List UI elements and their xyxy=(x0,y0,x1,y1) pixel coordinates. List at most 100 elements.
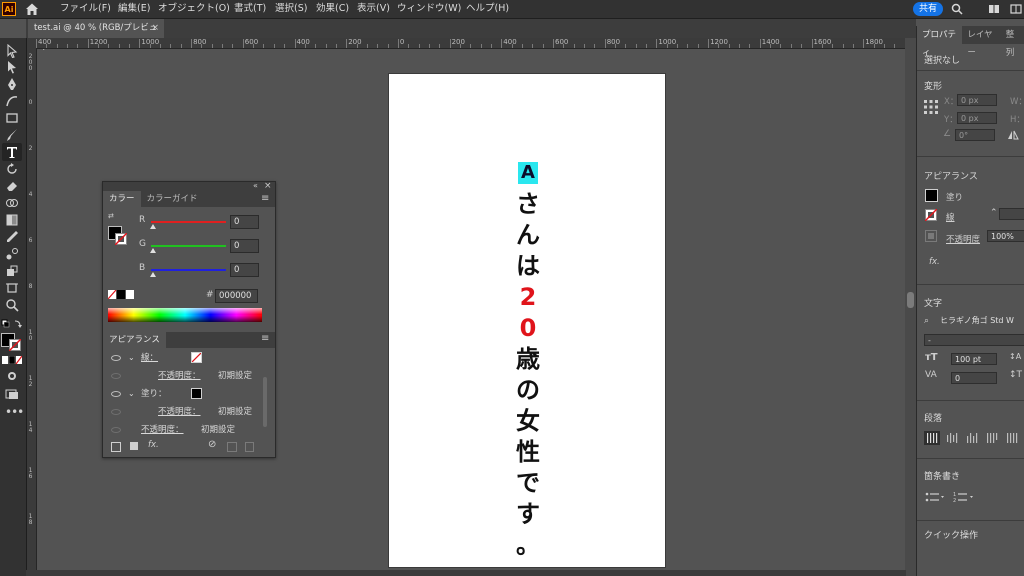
justify-all-icon[interactable] xyxy=(1006,432,1018,444)
curvature-tool-icon[interactable] xyxy=(5,94,19,108)
draw-mode-icon[interactable] xyxy=(5,369,19,383)
channel-g-field[interactable]: 0 xyxy=(230,239,259,253)
chevron-down-icon[interactable]: ⌄ xyxy=(128,385,135,403)
appearance-opacity-row[interactable]: 不透明度： 初期設定 xyxy=(103,367,268,385)
eye-icon[interactable] xyxy=(111,391,121,397)
trash-icon[interactable] xyxy=(245,442,254,452)
stroke-swatch[interactable] xyxy=(9,339,21,351)
dock-stroke-label[interactable]: 線 xyxy=(946,211,955,223)
dock-stroke-swatch[interactable] xyxy=(925,209,937,221)
eye-icon[interactable] xyxy=(111,373,121,379)
align-top-icon[interactable] xyxy=(926,432,938,444)
appearance-scrollbar[interactable] xyxy=(263,377,267,427)
text-glyph-a[interactable]: A xyxy=(518,162,538,184)
menu-type[interactable]: 書式(T) xyxy=(234,0,266,18)
channel-r-field[interactable]: 0 xyxy=(230,215,259,229)
channel-b-track[interactable] xyxy=(151,269,226,271)
chevron-down-icon[interactable]: ⌄ xyxy=(128,349,135,367)
close-panel-icon[interactable]: × xyxy=(264,181,272,191)
bullet-list-icon[interactable] xyxy=(925,491,945,503)
channel-r-track[interactable] xyxy=(151,221,226,223)
panel-menu-icon[interactable]: ≡ xyxy=(261,193,269,204)
dock-fill-swatch[interactable] xyxy=(925,189,938,202)
menu-object[interactable]: オブジェクト(O) xyxy=(158,0,230,18)
font-style-field[interactable]: - xyxy=(924,334,1024,346)
y-field[interactable]: 0 px xyxy=(957,112,997,124)
add-stroke-icon[interactable] xyxy=(111,442,121,452)
vertical-text-object[interactable]: A さんは 2 0 歳の女性です。 xyxy=(513,162,543,562)
stroke-none-swatch[interactable] xyxy=(191,352,202,363)
menu-window[interactable]: ウィンドウ(W) xyxy=(397,0,461,18)
color-mode-icon[interactable] xyxy=(2,356,22,364)
arrange-icon[interactable] xyxy=(1010,3,1022,15)
home-icon[interactable] xyxy=(24,1,40,17)
menu-edit[interactable]: 編集(E) xyxy=(118,0,150,18)
font-family-field[interactable]: ヒラギノ角ゴ Std W xyxy=(937,315,1024,327)
font-search-icon[interactable]: ⌕ xyxy=(924,316,929,326)
shape-builder-tool-icon[interactable] xyxy=(5,196,19,210)
fill-label[interactable]: 塗り： xyxy=(141,385,167,403)
tab-color[interactable]: カラー xyxy=(103,191,141,207)
color-spectrum[interactable] xyxy=(108,308,262,322)
clear-appearance-icon[interactable]: ⊘ xyxy=(208,439,216,450)
rectangle-tool-icon[interactable] xyxy=(5,111,19,125)
fill-black-swatch[interactable] xyxy=(191,388,202,399)
channel-g-handle[interactable] xyxy=(150,248,156,253)
duplicate-icon[interactable] xyxy=(227,442,237,452)
close-icon[interactable]: × xyxy=(151,19,159,38)
tab-align[interactable]: 整列 xyxy=(1001,26,1024,58)
rotate-tool-icon[interactable] xyxy=(5,162,19,176)
fx-icon[interactable]: fx. xyxy=(148,440,159,450)
opacity-label[interactable]: 不透明度： xyxy=(158,403,201,421)
appearance-menu-icon[interactable]: ≡ xyxy=(261,333,269,344)
appearance-opacity-row[interactable]: 不透明度： 初期設定 xyxy=(103,421,268,439)
appearance-opacity-row[interactable]: 不透明度： 初期設定 xyxy=(103,403,268,421)
tab-color-guide[interactable]: カラーガイド xyxy=(141,191,204,207)
opacity-label[interactable]: 不透明度： xyxy=(158,367,201,385)
dock-opacity-field[interactable]: 100% xyxy=(987,230,1024,242)
vertical-scrollbar-thumb[interactable] xyxy=(907,292,914,308)
opacity-label[interactable]: 不透明度： xyxy=(141,421,184,439)
tracking-field[interactable]: 0 xyxy=(951,372,997,384)
default-colors-icon[interactable] xyxy=(1,319,23,331)
tab-properties[interactable]: プロパティ xyxy=(917,26,963,58)
x-field[interactable]: 0 px xyxy=(957,94,997,106)
workspace-icon[interactable] xyxy=(988,3,1000,15)
channel-g-track[interactable] xyxy=(151,245,226,247)
panel-titlebar[interactable]: « × xyxy=(103,181,275,191)
angle-field[interactable]: 0° xyxy=(955,129,995,141)
eye-icon[interactable] xyxy=(111,409,121,415)
align-bottom-icon[interactable] xyxy=(966,432,978,444)
align-center-icon[interactable] xyxy=(946,432,958,444)
share-button[interactable]: 共有 xyxy=(913,2,943,16)
blend-tool-icon[interactable] xyxy=(5,247,19,261)
channel-b-field[interactable]: 0 xyxy=(230,263,259,277)
menu-select[interactable]: 選択(S) xyxy=(275,0,307,18)
add-fill-icon[interactable] xyxy=(130,442,138,450)
eye-icon[interactable] xyxy=(111,427,121,433)
appearance-fill-row[interactable]: ⌄ 塗り： xyxy=(103,385,268,403)
dock-opacity-label[interactable]: 不透明度 xyxy=(946,233,980,245)
vertical-scrollbar[interactable] xyxy=(905,38,916,576)
artboard[interactable]: A さんは 2 0 歳の女性です。 xyxy=(389,74,665,567)
dock-fx-icon[interactable]: fx. xyxy=(929,257,940,267)
collapse-icon[interactable]: « xyxy=(253,181,258,190)
font-size-field[interactable]: 100 pt xyxy=(951,353,997,365)
document-tab[interactable]: test.ai @ 40 % (RGB/プレビュー) × xyxy=(28,19,164,52)
numbered-list-icon[interactable]: 12 xyxy=(953,491,975,503)
menu-view[interactable]: 表示(V) xyxy=(357,0,390,18)
pen-tool-icon[interactable] xyxy=(5,77,19,91)
quick-swatches[interactable] xyxy=(108,290,134,299)
selection-tool-icon[interactable] xyxy=(5,44,19,58)
channel-r-handle[interactable] xyxy=(150,224,156,229)
appearance-stroke-row[interactable]: ⌄ 線： xyxy=(103,349,268,367)
horizontal-ruler[interactable]: 400 1200 1000 800 600 400 200 0 200 400 600 800 1000… xyxy=(26,38,906,49)
vertical-ruler[interactable]: 200 0 2 4 6 8 1 0 1 2 1 4 1 6 1 8 xyxy=(26,48,37,576)
brush-tool-icon[interactable] xyxy=(5,128,19,142)
hex-field[interactable]: 000000 xyxy=(215,289,258,303)
color-stroke-swatch[interactable] xyxy=(115,233,127,245)
symbol-sprayer-tool-icon[interactable] xyxy=(5,264,19,278)
eraser-tool-icon[interactable] xyxy=(5,179,19,193)
menu-file[interactable]: ファイル(F) xyxy=(60,0,111,18)
tab-appearance[interactable]: アピアランス xyxy=(103,332,166,348)
